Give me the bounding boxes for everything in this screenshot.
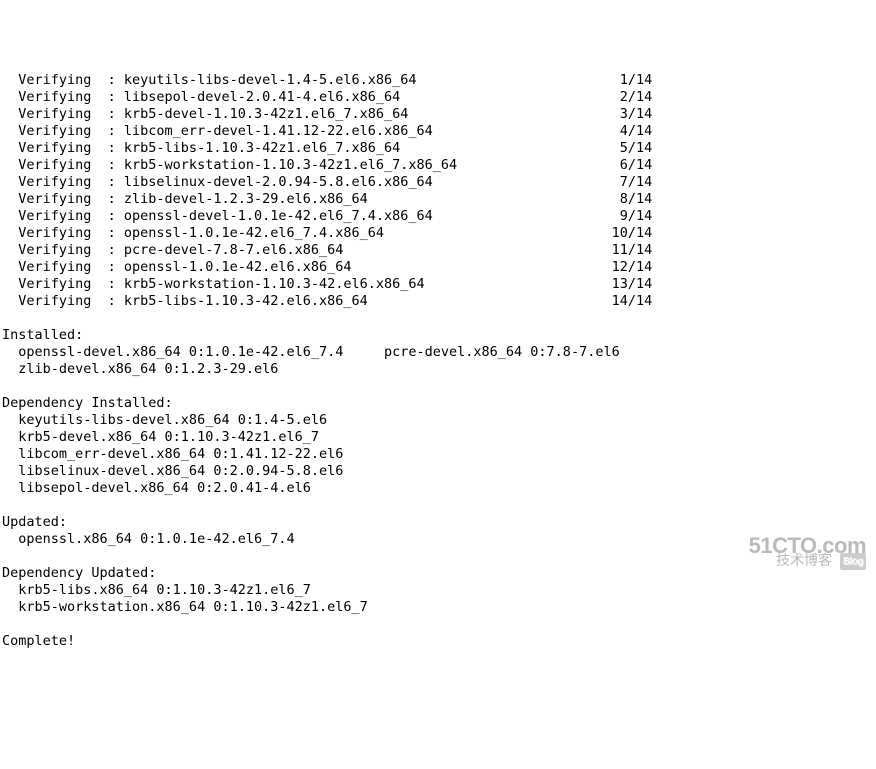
dep-updated-header: Dependency Updated: bbox=[2, 565, 874, 582]
dep-installed-pkg: keyutils-libs-devel.x86_64 0:1.4-5.el6 bbox=[2, 412, 874, 429]
verify-row-10: Verifying : openssl-1.0.1e-42.el6_7.4.x8… bbox=[2, 225, 874, 242]
verify-row-7: Verifying : libselinux-devel-2.0.94-5.8.… bbox=[2, 174, 874, 191]
dep-installed-pkg: libselinux-devel.x86_64 0:2.0.94-5.8.el6 bbox=[2, 463, 874, 480]
verify-row-2: Verifying : libsepol-devel-2.0.41-4.el6.… bbox=[2, 89, 874, 106]
terminal-output: Verifying : keyutils-libs-devel-1.4-5.el… bbox=[2, 72, 874, 650]
dep-installed-pkg: libsepol-devel.x86_64 0:2.0.41-4.el6 bbox=[2, 480, 874, 497]
blank bbox=[2, 310, 874, 327]
verify-row-3: Verifying : krb5-devel-1.10.3-42z1.el6_7… bbox=[2, 106, 874, 123]
updated-header: Updated: bbox=[2, 514, 874, 531]
dep-updated-pkg: krb5-libs.x86_64 0:1.10.3-42z1.el6_7 bbox=[2, 582, 874, 599]
dep-installed-header: Dependency Installed: bbox=[2, 395, 874, 412]
verify-row-1: Verifying : keyutils-libs-devel-1.4-5.el… bbox=[2, 72, 874, 89]
verify-row-4: Verifying : libcom_err-devel-1.41.12-22.… bbox=[2, 123, 874, 140]
blank bbox=[2, 548, 874, 565]
blank bbox=[2, 497, 874, 514]
verify-row-6: Verifying : krb5-workstation-1.10.3-42z1… bbox=[2, 157, 874, 174]
dep-installed-pkg: libcom_err-devel.x86_64 0:1.41.12-22.el6 bbox=[2, 446, 874, 463]
updated-pkg: openssl.x86_64 0:1.0.1e-42.el6_7.4 bbox=[2, 531, 874, 548]
verify-row-11: Verifying : pcre-devel-7.8-7.el6.x86_64 … bbox=[2, 242, 874, 259]
dep-updated-pkg: krb5-workstation.x86_64 0:1.10.3-42z1.el… bbox=[2, 599, 874, 616]
verify-row-14: Verifying : krb5-libs-1.10.3-42.el6.x86_… bbox=[2, 293, 874, 310]
complete: Complete! bbox=[2, 633, 874, 650]
verify-row-8: Verifying : zlib-devel-1.2.3-29.el6.x86_… bbox=[2, 191, 874, 208]
verify-row-5: Verifying : krb5-libs-1.10.3-42z1.el6_7.… bbox=[2, 140, 874, 157]
verify-row-9: Verifying : openssl-devel-1.0.1e-42.el6_… bbox=[2, 208, 874, 225]
dep-installed-pkg: krb5-devel.x86_64 0:1.10.3-42z1.el6_7 bbox=[2, 429, 874, 446]
verify-row-12: Verifying : openssl-1.0.1e-42.el6.x86_64… bbox=[2, 259, 874, 276]
blank bbox=[2, 616, 874, 633]
installed-pkg: openssl-devel.x86_64 0:1.0.1e-42.el6_7.4… bbox=[2, 344, 874, 361]
verify-row-13: Verifying : krb5-workstation-1.10.3-42.e… bbox=[2, 276, 874, 293]
installed-header: Installed: bbox=[2, 327, 874, 344]
blank bbox=[2, 378, 874, 395]
installed-pkg: zlib-devel.x86_64 0:1.2.3-29.el6 bbox=[2, 361, 874, 378]
